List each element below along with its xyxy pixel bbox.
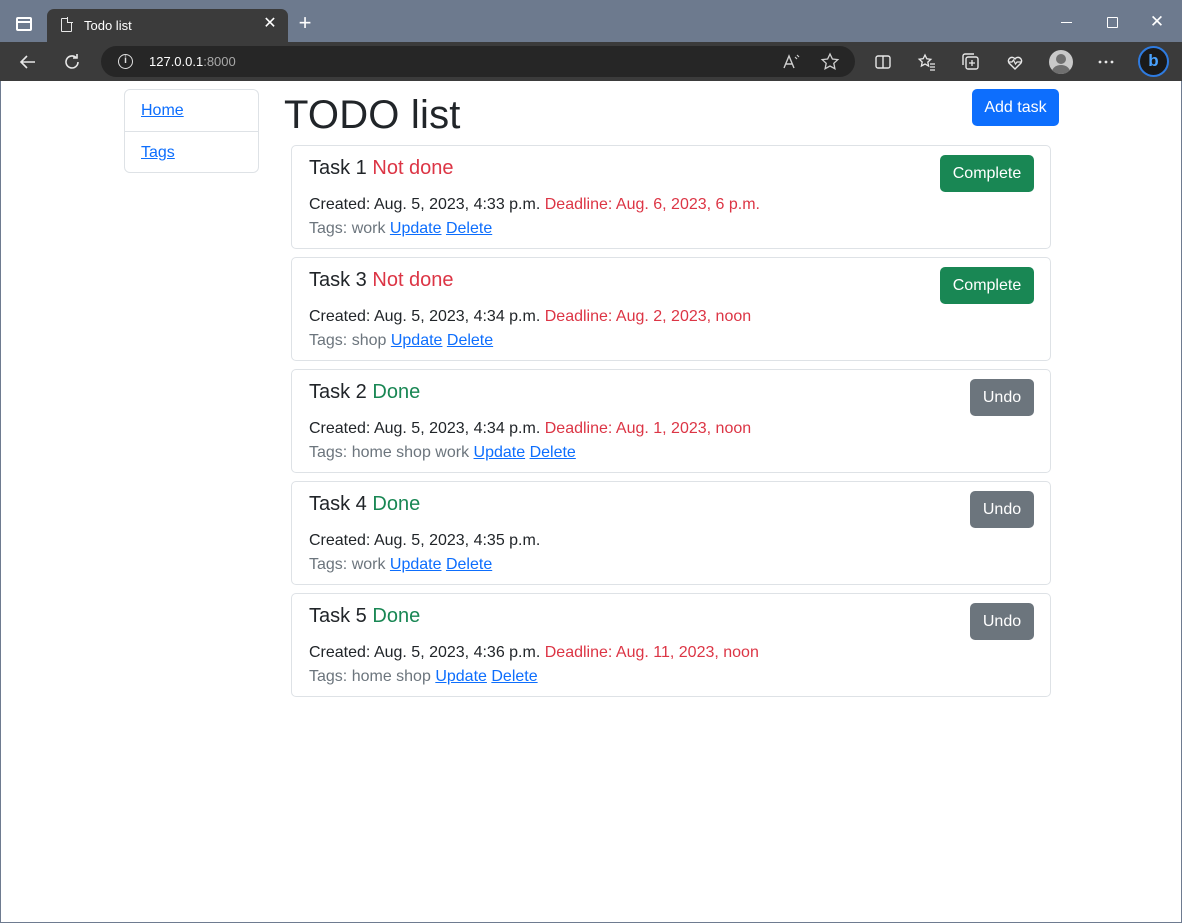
collections-icon[interactable]: [957, 48, 985, 76]
delete-link[interactable]: Delete: [491, 668, 537, 685]
page-title: TODO list: [284, 93, 461, 137]
deadline: Deadline: Aug. 11, 2023, noon: [544, 644, 759, 661]
update-link[interactable]: Update: [390, 556, 442, 573]
undo-button[interactable]: Undo: [970, 603, 1034, 640]
delete-link[interactable]: Delete: [446, 556, 492, 573]
task-status: Done: [372, 493, 421, 515]
task-list: Task 1 Not done Complete Created: Aug. 5…: [291, 145, 1051, 705]
tag-list: home shop work: [351, 444, 470, 461]
bing-chat-icon[interactable]: b: [1138, 46, 1169, 77]
complete-button[interactable]: Complete: [940, 155, 1034, 192]
delete-link[interactable]: Delete: [446, 220, 492, 237]
task-status: Not done: [372, 269, 454, 291]
created-date: Aug. 5, 2023, 4:35 p.m.: [373, 532, 541, 549]
close-window-button[interactable]: ✕: [1145, 10, 1169, 34]
task-card: Task 5 Done Undo Created: Aug. 5, 2023, …: [291, 593, 1051, 697]
tag-list: work: [351, 556, 386, 573]
created-date: Aug. 5, 2023, 4:33 p.m.: [373, 196, 541, 213]
task-title: Task 2 Done: [309, 381, 421, 403]
task-title: Task 4 Done: [309, 493, 421, 515]
favorites-icon[interactable]: [913, 48, 941, 76]
page-icon: [61, 17, 73, 32]
delete-link[interactable]: Delete: [530, 444, 576, 461]
back-icon[interactable]: [14, 48, 42, 76]
tab-title: Todo list: [84, 18, 132, 33]
undo-button[interactable]: Undo: [970, 491, 1034, 528]
sidebar-nav: Home Tags: [124, 89, 259, 173]
add-task-button[interactable]: Add task: [972, 89, 1059, 126]
task-card: Task 2 Done Undo Created: Aug. 5, 2023, …: [291, 369, 1051, 473]
tab-actions-icon[interactable]: [16, 17, 32, 31]
task-status: Done: [372, 381, 421, 403]
task-title: Task 3 Not done: [309, 269, 454, 291]
task-card: Task 3 Not done Complete Created: Aug. 5…: [291, 257, 1051, 361]
browser-titlebar: Todo list ✕ + ✕: [0, 0, 1182, 42]
task-tags: Tags: work Update Delete: [309, 556, 493, 573]
task-tags: Tags: home shop Update Delete: [309, 668, 538, 685]
task-card: Task 4 Done Undo Created: Aug. 5, 2023, …: [291, 481, 1051, 585]
undo-button[interactable]: Undo: [970, 379, 1034, 416]
refresh-icon[interactable]: [58, 48, 86, 76]
update-link[interactable]: Update: [390, 220, 442, 237]
complete-button[interactable]: Complete: [940, 267, 1034, 304]
new-tab-button[interactable]: +: [294, 12, 316, 34]
task-card: Task 1 Not done Complete Created: Aug. 5…: [291, 145, 1051, 249]
task-dates: Created: Aug. 5, 2023, 4:33 p.m. Deadlin…: [309, 196, 760, 213]
read-aloud-icon[interactable]: [779, 50, 803, 74]
browser-toolbar: i 127.0.0.1:8000 b: [0, 42, 1182, 81]
created-date: Aug. 5, 2023, 4:34 p.m.: [373, 308, 541, 325]
page-viewport: Home Tags TODO list Add task Task 1 Not …: [0, 81, 1182, 923]
sidebar-item-tags[interactable]: Tags: [125, 131, 258, 172]
profile-avatar[interactable]: [1049, 50, 1073, 74]
browser-essentials-icon[interactable]: [1001, 48, 1029, 76]
created-date: Aug. 5, 2023, 4:36 p.m.: [373, 644, 541, 661]
task-tags: Tags: home shop work Update Delete: [309, 444, 576, 461]
url-text[interactable]: 127.0.0.1:8000: [149, 54, 236, 69]
task-tags: Tags: shop Update Delete: [309, 332, 494, 349]
favorite-star-icon[interactable]: [818, 50, 842, 74]
task-dates: Created: Aug. 5, 2023, 4:34 p.m. Deadlin…: [309, 420, 752, 437]
task-status: Done: [372, 605, 421, 627]
task-tags: Tags: work Update Delete: [309, 220, 493, 237]
browser-tab[interactable]: Todo list ✕: [47, 9, 288, 42]
minimize-button[interactable]: [1055, 10, 1079, 34]
task-dates: Created: Aug. 5, 2023, 4:35 p.m.: [309, 532, 541, 549]
delete-link[interactable]: Delete: [447, 332, 493, 349]
maximize-button[interactable]: [1100, 10, 1124, 34]
update-link[interactable]: Update: [474, 444, 526, 461]
deadline: Deadline: Aug. 2, 2023, noon: [544, 308, 752, 325]
task-dates: Created: Aug. 5, 2023, 4:34 p.m. Deadlin…: [309, 308, 752, 325]
task-dates: Created: Aug. 5, 2023, 4:36 p.m. Deadlin…: [309, 644, 759, 661]
address-bar[interactable]: i 127.0.0.1:8000: [101, 46, 855, 77]
created-date: Aug. 5, 2023, 4:34 p.m.: [373, 420, 541, 437]
tag-list: work: [351, 220, 386, 237]
sidebar-item-home[interactable]: Home: [125, 90, 258, 131]
tag-list: home shop: [351, 668, 431, 685]
deadline: Deadline: Aug. 1, 2023, noon: [544, 420, 752, 437]
update-link[interactable]: Update: [391, 332, 443, 349]
tab-close-icon[interactable]: ✕: [260, 14, 280, 34]
tag-list: shop: [351, 332, 387, 349]
site-info-icon[interactable]: i: [118, 54, 133, 69]
task-title: Task 1 Not done: [309, 157, 454, 179]
split-screen-icon[interactable]: [869, 48, 897, 76]
task-title: Task 5 Done: [309, 605, 421, 627]
update-link[interactable]: Update: [435, 668, 487, 685]
deadline: Deadline: Aug. 6, 2023, 6 p.m.: [544, 196, 760, 213]
more-menu-icon[interactable]: [1092, 48, 1120, 76]
task-status: Not done: [372, 157, 454, 179]
